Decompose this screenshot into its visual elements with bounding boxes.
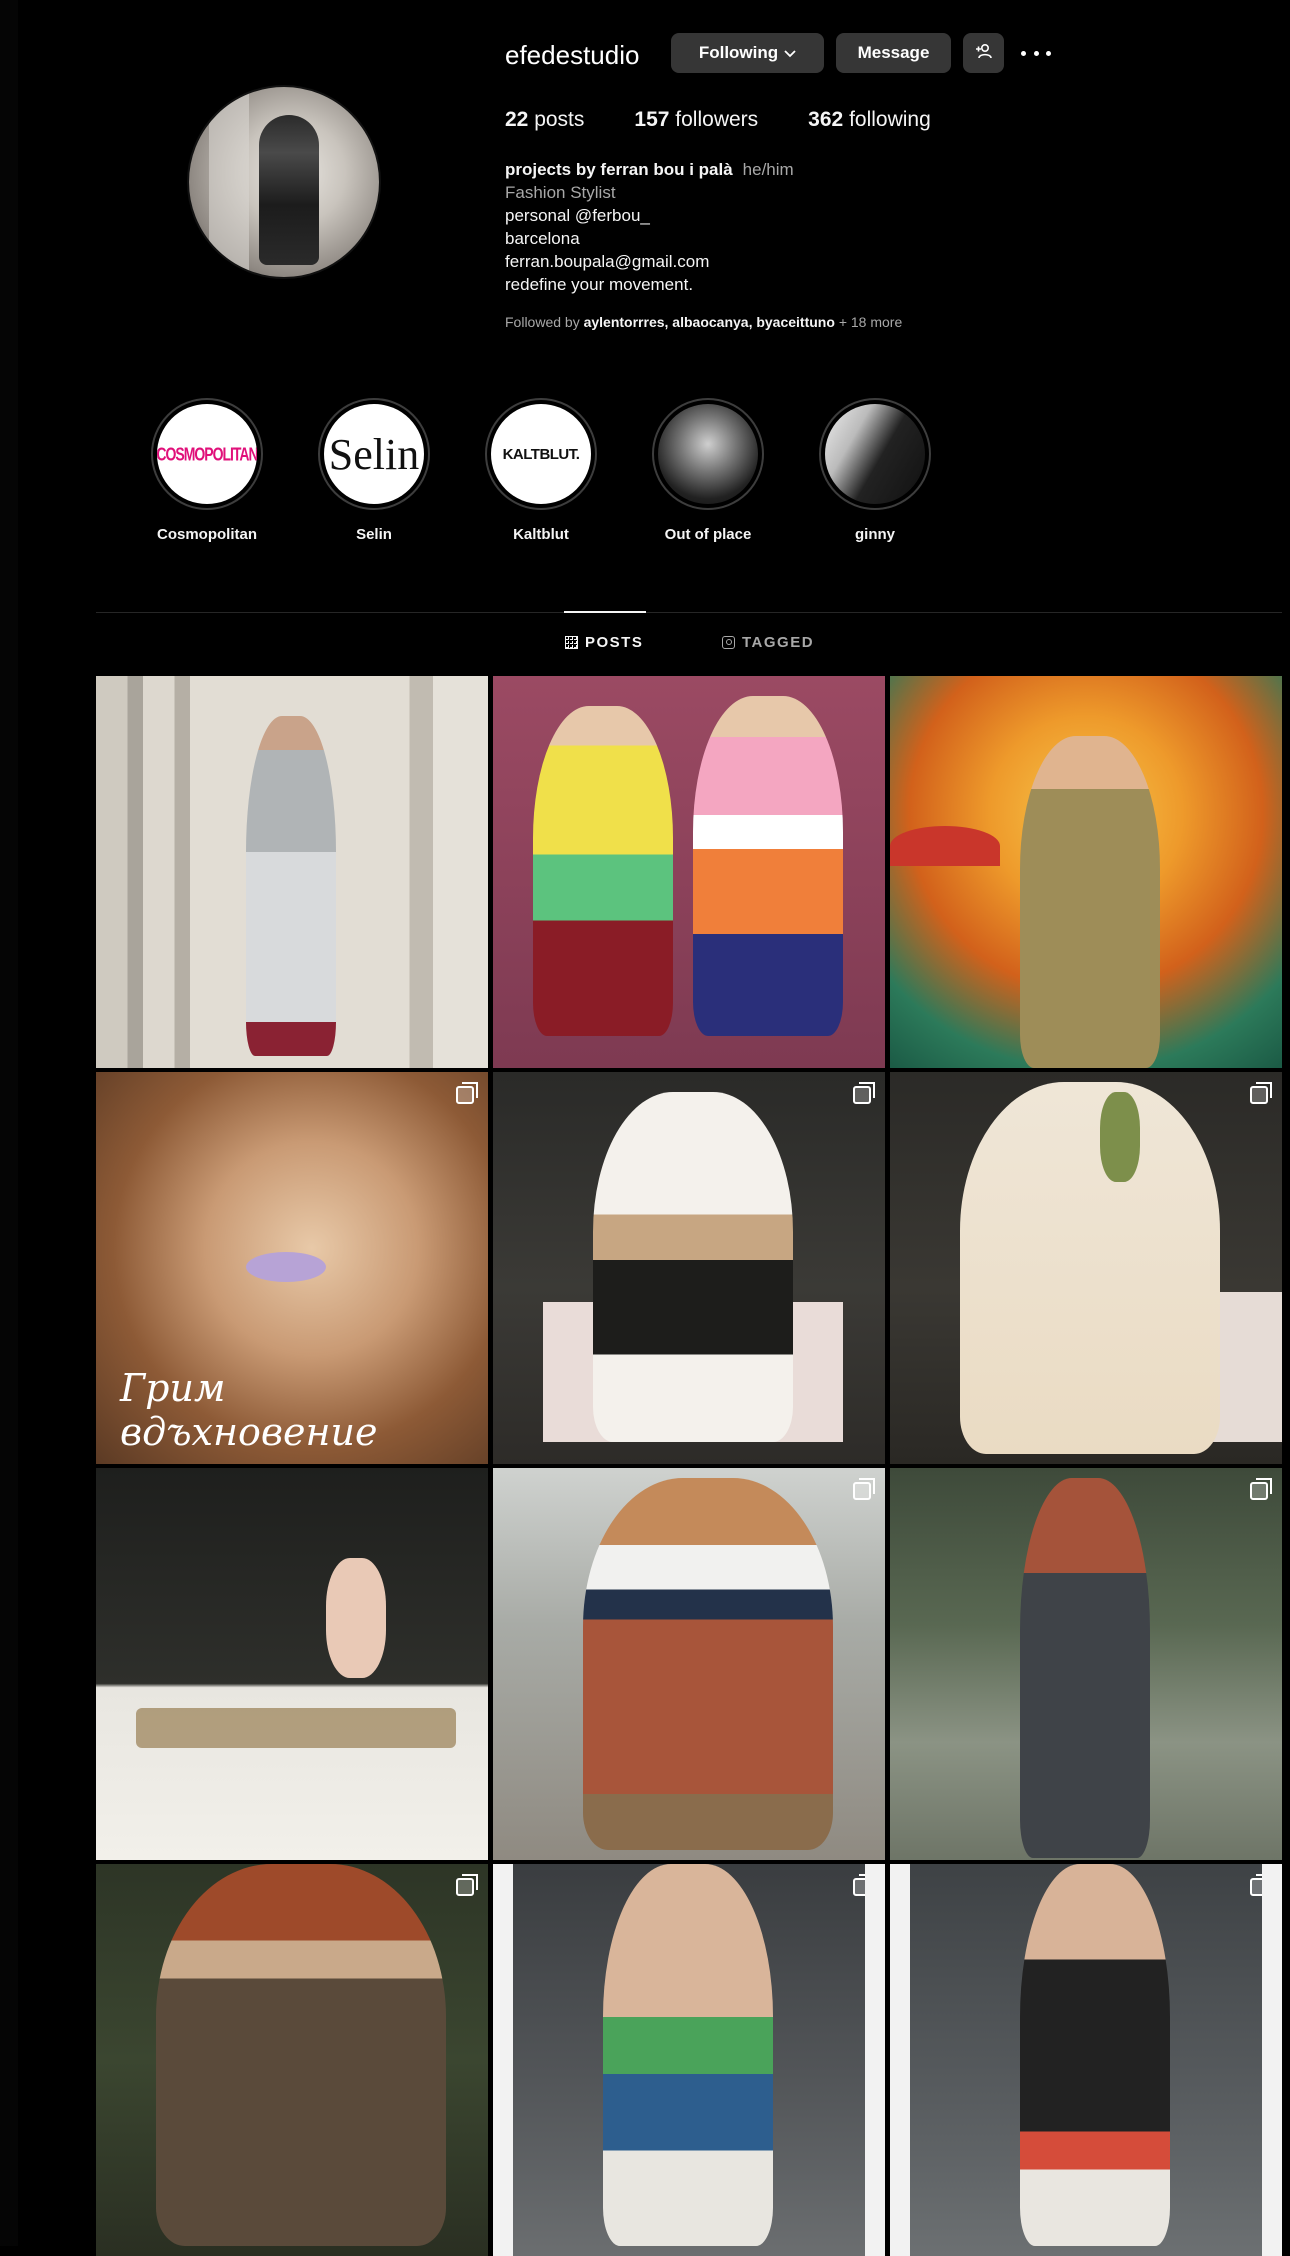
highlight-cosmopolitan[interactable]: COSMOPOLITAN Cosmopolitan	[137, 398, 277, 543]
tagged-icon	[722, 636, 735, 649]
followed-by-names[interactable]: aylentorrres, albaocanya, byaceittuno	[584, 314, 835, 330]
following-button-label: Following	[698, 43, 779, 62]
followers-stat[interactable]: 157 followers	[634, 108, 758, 132]
highlight-selin[interactable]: Selin Selin	[304, 398, 444, 543]
highlight-kaltblut[interactable]: KALTBLUT. Kaltblut	[471, 398, 611, 543]
following-button[interactable]: Following	[671, 33, 824, 73]
carousel-icon	[1250, 1478, 1272, 1500]
carousel-icon	[456, 1874, 478, 1896]
post-thumbnail[interactable]	[96, 1468, 488, 1860]
post-thumbnail[interactable]	[493, 1468, 885, 1860]
message-button-label: Message	[857, 43, 930, 62]
bio-line: barcelona	[505, 229, 580, 248]
message-button[interactable]: Message	[836, 33, 951, 73]
left-edge	[0, 0, 18, 2246]
post-thumbnail[interactable]	[890, 1468, 1282, 1860]
highlight-label: Kaltblut	[513, 526, 569, 543]
highlight-label: Cosmopolitan	[157, 526, 257, 543]
carousel-icon	[853, 1478, 875, 1500]
bio-pronouns: he/him	[742, 160, 794, 179]
tab-divider	[96, 612, 1282, 613]
carousel-icon	[853, 1082, 875, 1104]
post-thumbnail[interactable]	[493, 1072, 885, 1464]
profile-stats: 22 posts 157 followers 362 following	[505, 108, 931, 132]
highlight-label: ginny	[855, 526, 895, 543]
highlight-label: Out of place	[664, 526, 752, 543]
profile-avatar[interactable]	[187, 85, 381, 279]
carousel-icon	[1250, 1082, 1272, 1104]
grid-icon	[565, 636, 578, 649]
add-user-icon	[975, 43, 993, 64]
bio-category: Fashion Stylist	[505, 183, 616, 202]
post-thumbnail[interactable]	[96, 1864, 488, 2256]
cosmopolitan-logo: COSMOPOLITAN	[157, 443, 257, 465]
carousel-icon	[456, 1082, 478, 1104]
selin-logo: Selin	[328, 429, 420, 479]
posts-stat[interactable]: 22 posts	[505, 108, 584, 132]
post-thumbnail[interactable]	[96, 676, 488, 1068]
active-tab-indicator	[564, 611, 646, 613]
highlight-cover-image	[825, 404, 925, 504]
highlight-ginny[interactable]: ginny	[805, 398, 945, 543]
bio-line: redefine your movement.	[505, 275, 694, 294]
post-thumbnail[interactable]	[493, 1864, 885, 2256]
highlight-label: Selin	[356, 526, 392, 543]
more-options-icon[interactable]	[1021, 40, 1051, 66]
post-thumbnail[interactable]	[493, 676, 885, 1068]
post-thumbnail[interactable]	[890, 1864, 1282, 2256]
bio: projects by ferran bou i palà he/him Fash…	[505, 158, 794, 296]
bio-line: ferran.boupala@gmail.com	[505, 252, 710, 271]
bio-name: projects by ferran bou i palà	[505, 160, 733, 179]
tab-posts[interactable]: POSTS	[565, 634, 643, 651]
tab-tagged[interactable]: TAGGED	[722, 634, 814, 651]
post-thumbnail[interactable]: Грим вдъхновение	[96, 1072, 488, 1464]
highlight-out-of-place[interactable]: Out of place	[638, 398, 778, 543]
username: efedestudio	[505, 40, 640, 70]
following-stat[interactable]: 362 following	[808, 108, 931, 132]
followed-by[interactable]: Followed by aylentorrres, albaocanya, by…	[505, 314, 902, 330]
bio-line[interactable]: personal @ferbou_	[505, 204, 794, 227]
add-user-button[interactable]	[963, 33, 1004, 73]
post-caption-overlay: Грим вдъхновение	[120, 1366, 378, 1454]
post-thumbnail[interactable]	[890, 676, 1282, 1068]
highlight-cover-image	[658, 404, 758, 504]
kaltblut-logo: KALTBLUT.	[502, 445, 580, 463]
chevron-down-icon	[784, 43, 796, 63]
post-thumbnail[interactable]	[890, 1072, 1282, 1464]
